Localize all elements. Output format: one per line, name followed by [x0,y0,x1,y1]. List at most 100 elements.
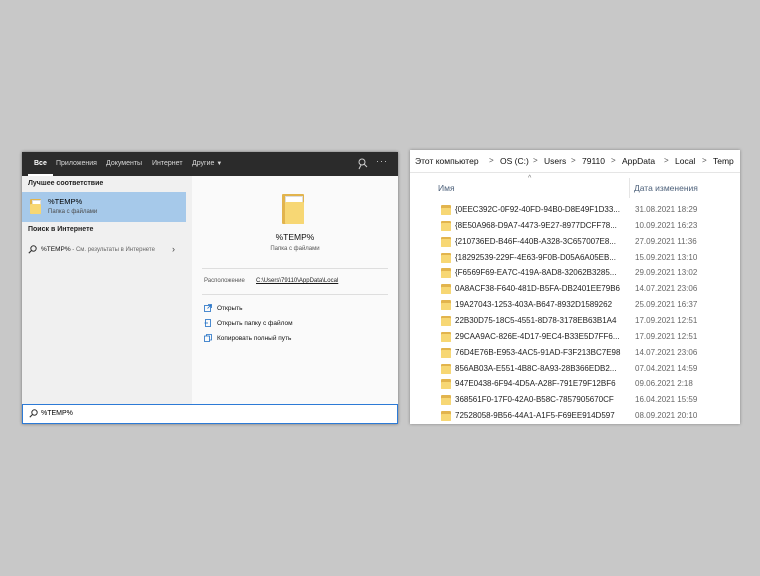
file-row[interactable]: 0A8ACF38-F640-481D-B5FA-DB2401EE79B6 14.0… [410,281,740,297]
file-date-modified: 31.08.2021 18:29 [635,205,698,214]
file-location-icon [204,319,212,327]
web-search-header: Поиск в Интернете [28,226,94,233]
breadcrumb-user[interactable]: 79110 [582,156,605,166]
tab-more-dropdown[interactable]: Другие ▼ [192,152,222,176]
file-name: {18292539-229F-4E63-9F0B-D05A6A05EB... [455,252,616,262]
file-date-modified: 17.09.2021 12:51 [635,331,698,341]
column-header-date-modified[interactable]: Дата изменения [634,183,698,193]
folder-icon [441,347,451,358]
breadcrumb-separator-icon: > [664,156,669,165]
tab-more-label: Другие [192,160,215,167]
best-match-result[interactable]: %TEMP% Папка с файлами [22,192,186,222]
best-match-title: %TEMP% [48,197,83,206]
file-date-modified: 10.09.2021 16:23 [635,220,698,230]
file-date-modified: 27.09.2021 11:36 [635,236,697,246]
breadcrumb-appdata[interactable]: AppData [622,156,655,166]
tab-all[interactable]: Все [28,152,53,176]
file-date-modified: 29.09.2021 13:02 [635,268,698,278]
file-name: 19A27043-1253-403A-B647-8932D1589262 [455,300,613,310]
file-name: 76D4E76B-E953-4AC5-91AD-F3F213BC7E98 [455,347,621,357]
folder-icon [441,331,451,342]
search-icon [29,409,38,418]
file-name: 72528058-9B56-44A1-A1F5-F69EE914D597 [455,411,615,421]
web-search-result[interactable]: %TEMP% - См. результаты в Интернете › [22,242,192,258]
breadcrumb-separator-icon: > [702,156,707,165]
folder-icon [441,284,451,295]
breadcrumb-separator-icon: > [489,156,494,165]
folder-large-icon [282,194,304,224]
sort-ascending-icon: ^ [528,175,532,182]
column-headers: ^ Имя Дата изменения [410,175,740,198]
file-date-modified: 08.09.2021 20:10 [635,411,698,421]
breadcrumb-temp[interactable]: Temp [713,156,734,166]
file-name: {8E50A968-D9A7-4473-9E27-8977DCFF78... [455,220,617,230]
breadcrumb-users[interactable]: Users [544,156,566,166]
file-date-modified: 09.06.2021 2:18 [635,379,693,389]
result-preview: %TEMP% Папка с файлами Расположение C:\U… [192,176,398,404]
file-explorer-window: Этот компьютер > OS (C:) > Users > 79110… [410,150,740,424]
folder-icon [30,199,42,214]
tab-apps[interactable]: Приложения [56,152,97,176]
search-icon [28,245,37,254]
address-bar[interactable]: Этот компьютер > OS (C:) > Users > 79110… [410,150,740,173]
folder-icon [441,268,451,279]
more-options-icon[interactable]: ··· [376,156,390,170]
file-row[interactable]: {8E50A968-D9A7-4473-9E27-8977DCFF78... 10… [410,218,740,234]
file-row[interactable]: 72528058-9B56-44A1-A1F5-F69EE914D597 08.0… [410,408,740,424]
file-date-modified: 16.04.2021 15:59 [635,395,698,405]
file-row[interactable]: 368561F0-17F0-42A0-B58C-7857905670CF 16.0… [410,392,740,408]
file-name: 0A8ACF38-F640-481D-B5FA-DB2401EE79B6 [455,284,620,294]
file-row[interactable]: {18292539-229F-4E63-9F0B-D05A6A05EB... 15… [410,250,740,266]
location-link[interactable]: C:\Users\79110\AppData\Local [256,278,338,284]
file-name: 368561F0-17F0-42A0-B58C-7857905670CF [455,395,614,405]
best-match-header: Лучшее соответствие [28,180,104,187]
breadcrumb-drive[interactable]: OS (C:) [500,156,529,166]
tab-documents[interactable]: Документы [106,152,142,176]
folder-icon [441,236,451,247]
tab-web[interactable]: Интернет [152,152,183,176]
file-name: {210736ED-B46F-440B-A328-3C657007E8... [455,236,616,246]
search-input[interactable] [41,407,341,420]
search-tab-bar: Все Приложения Документы Интернет Другие… [22,152,398,176]
open-icon [204,304,212,312]
file-row[interactable]: {0EEC392C-0F92-40FD-94B0-D8E49F1D33... 31… [410,202,740,218]
windows-search-panel: Все Приложения Документы Интернет Другие… [22,152,398,424]
file-row[interactable]: {210736ED-B46F-440B-A328-3C657007E8... 27… [410,234,740,250]
folder-icon [441,363,451,374]
breadcrumb-local[interactable]: Local [675,156,695,166]
file-name: 856AB03A-E551-4B8C-8A93-28B366EDB2... [455,363,617,373]
open-label: Открыть [217,305,243,312]
file-date-modified: 07.04.2021 14:59 [635,363,698,373]
file-name: 947E0438-6F94-4D5A-A28F-791E79F12BF6 [455,379,616,389]
file-row[interactable]: 19A27043-1253-403A-B647-8932D1589262 25.0… [410,297,740,313]
divider [202,294,388,295]
file-date-modified: 14.07.2021 23:06 [635,347,698,357]
folder-icon [441,379,451,390]
chevron-down-icon: ▼ [216,161,223,167]
breadcrumb-this-pc[interactable]: Этот компьютер [415,156,479,166]
search-box[interactable] [22,404,398,424]
folder-icon [441,300,451,311]
column-divider[interactable] [629,178,630,198]
file-name: {F6569F69-EA7C-419A-8AD8-32062B3285... [455,268,617,278]
feedback-icon[interactable] [355,157,369,171]
file-row[interactable]: 856AB03A-E551-4B8C-8A93-28B366EDB2... 07.… [410,361,740,377]
copy-icon [204,334,212,342]
web-result-query: %TEMP% [41,246,71,253]
folder-icon [441,411,451,422]
file-row[interactable]: {F6569F69-EA7C-419A-8AD8-32062B3285... 29… [410,265,740,281]
file-list: {0EEC392C-0F92-40FD-94B0-D8E49F1D33... 31… [410,202,740,424]
file-row[interactable]: 29CAA9AC-826E-4D17-9EC4-B33E5D7FF6... 17.… [410,329,740,345]
breadcrumb-separator-icon: > [571,156,576,165]
file-name: 22B30D75-18C5-4551-8D78-3178EB63B1A4 [455,315,617,325]
folder-icon [441,315,451,326]
open-file-location-label: Открыть папку с файлом [217,320,293,327]
file-date-modified: 25.09.2021 16:37 [635,300,698,310]
chevron-right-icon[interactable]: › [172,244,175,254]
file-row[interactable]: 22B30D75-18C5-4551-8D78-3178EB63B1A4 17.0… [410,313,740,329]
column-header-name[interactable]: Имя [438,183,455,193]
file-row[interactable]: 947E0438-6F94-4D5A-A28F-791E79F12BF6 09.0… [410,376,740,392]
folder-icon [441,395,451,406]
file-row[interactable]: 76D4E76B-E953-4AC5-91AD-F3F213BC7E98 14.0… [410,345,740,361]
folder-icon [441,205,451,215]
